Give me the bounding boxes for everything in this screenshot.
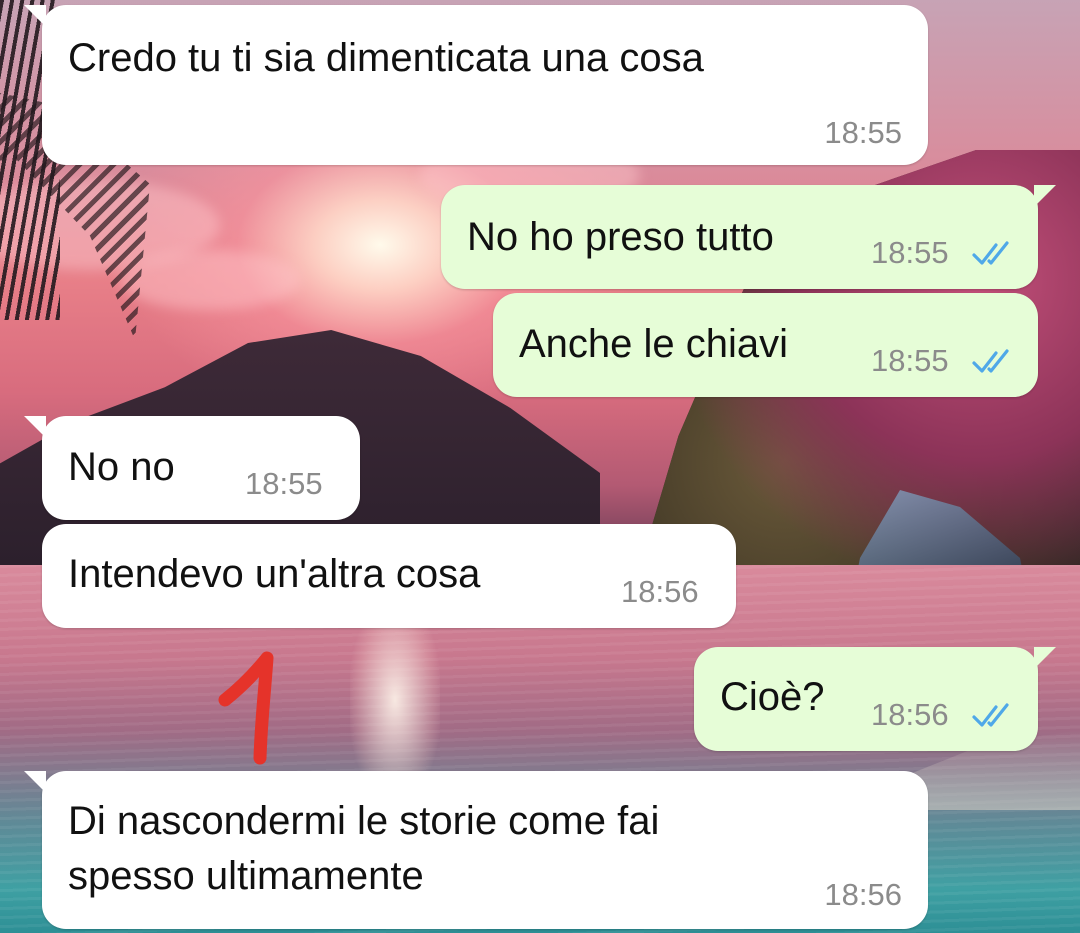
double-check-icon bbox=[972, 349, 1009, 373]
message-timestamp: 18:55 bbox=[824, 115, 902, 150]
message-text: Anche le chiavi bbox=[519, 322, 789, 366]
message-timestamp: 18:56 bbox=[871, 697, 949, 732]
message-text: Cioè? bbox=[720, 675, 825, 719]
message-bubble-outgoing[interactable]: Anche le chiavi 18:55 bbox=[493, 293, 1038, 397]
message-text: No no bbox=[68, 445, 175, 489]
message-bubble-incoming[interactable]: Credo tu ti sia dimenticata una cosa 18:… bbox=[24, 5, 928, 165]
message-text: Credo tu ti sia dimenticata una cosa bbox=[68, 36, 704, 80]
message-timestamp: 18:56 bbox=[824, 877, 902, 912]
annotation-number-one bbox=[218, 651, 274, 765]
message-text-line-1: Di nascondermi le storie come fai bbox=[68, 799, 660, 843]
double-check-icon bbox=[972, 241, 1009, 265]
message-bubble-incoming[interactable]: No no 18:55 bbox=[24, 416, 360, 520]
message-text: No ho preso tutto bbox=[467, 215, 774, 259]
message-text: Intendevo un'altra cosa bbox=[68, 552, 481, 596]
message-timestamp: 18:56 bbox=[621, 574, 699, 609]
message-timestamp: 18:55 bbox=[245, 466, 323, 501]
message-timestamp: 18:55 bbox=[871, 343, 949, 378]
message-bubble-incoming[interactable]: Di nascondermi le storie come fai spesso… bbox=[24, 771, 928, 929]
message-bubble-outgoing[interactable]: Cioè? 18:56 bbox=[694, 647, 1056, 751]
message-timestamp: 18:55 bbox=[871, 235, 949, 270]
message-bubble-incoming[interactable]: Intendevo un'altra cosa 18:56 bbox=[42, 524, 736, 628]
message-text-line-2: spesso ultimamente bbox=[68, 854, 424, 898]
double-check-icon bbox=[972, 703, 1009, 727]
message-bubble-outgoing[interactable]: No ho preso tutto 18:55 bbox=[441, 185, 1056, 289]
